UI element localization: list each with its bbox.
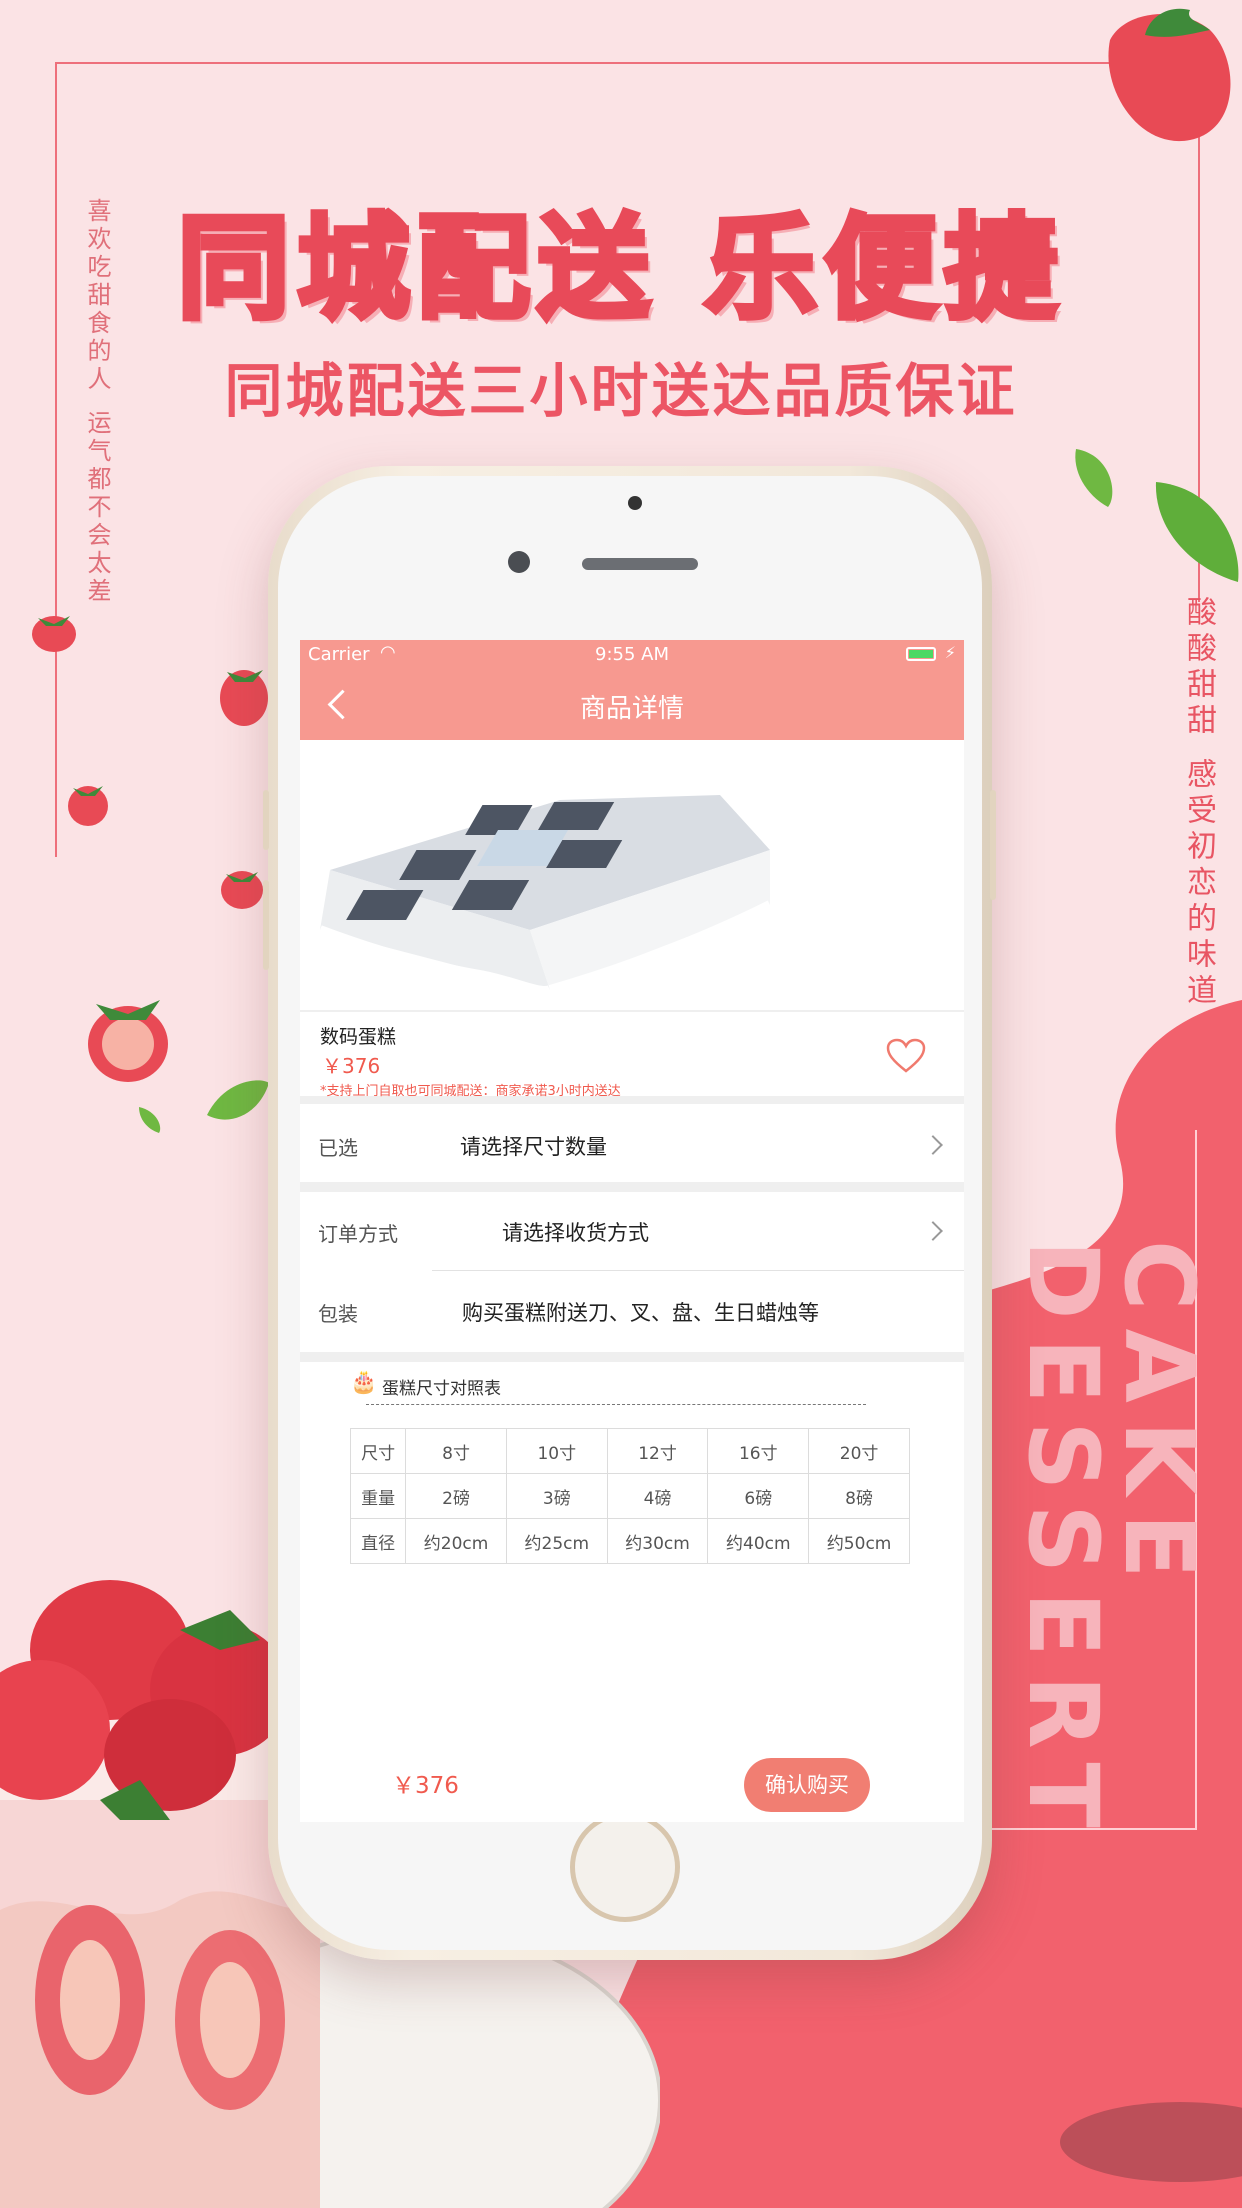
cake-icon: 🎂 <box>350 1370 378 1395</box>
size-chart-card: 🎂 蛋糕尺寸对照表 尺寸 8寸 10寸 12寸 16寸 20寸 重量 2磅 3磅… <box>300 1362 964 1822</box>
left-vertical-slogan-2: 运气都不会太差 <box>83 410 111 606</box>
product-name: 数码蛋糕 <box>320 1026 397 1048</box>
table-cell: 尺寸 <box>349 1428 407 1474</box>
cake-dessert-vertical-text: CAKE DESSERT <box>1007 1240 1215 1846</box>
package-value: 购买蛋糕附送刀、叉、盘、生日蜡烛等 <box>462 1301 819 1325</box>
right-vertical-slogan-1: 酸酸甜甜 <box>1181 596 1216 740</box>
nav-bar: 商品详情 <box>300 670 964 740</box>
table-cell: 8寸 <box>405 1428 507 1474</box>
table-cell: 约20cm <box>405 1518 507 1564</box>
right-vertical-slogan-2: 感受初恋的味道 <box>1181 758 1216 1010</box>
selected-label: 已选 <box>318 1136 358 1160</box>
photo-cake-image <box>318 795 773 996</box>
power-button <box>990 790 996 900</box>
poster-title: 同城配送 乐便捷 <box>175 201 1065 337</box>
selected-value: 请选择尺寸数量 <box>460 1135 607 1159</box>
table-cell: 4磅 <box>606 1473 709 1519</box>
table-cell: 直径 <box>349 1518 407 1564</box>
table-cell: 3磅 <box>505 1473 608 1519</box>
selected-spec-card[interactable]: 已选 请选择尺寸数量 <box>300 1104 964 1182</box>
table-cell: 12寸 <box>606 1428 709 1474</box>
table-cell: 约25cm <box>505 1518 608 1564</box>
order-method-value: 请选择收货方式 <box>502 1221 649 1245</box>
product-image[interactable] <box>300 740 964 1010</box>
strawberry-icon <box>1108 8 1231 142</box>
app-screen: Carrier ◠ 9:55 AM ⚡ 商品详情 数码蛋糕 ￥376 *支持上门… <box>300 640 964 1822</box>
leaf-icon <box>1155 482 1239 582</box>
table-cell: 约40cm <box>707 1518 810 1564</box>
table-cell: 2磅 <box>405 1473 507 1519</box>
order-package-card: 订单方式 请选择收货方式 包装 购买蛋糕附送刀、叉、盘、生日蜡烛等 <box>300 1192 964 1352</box>
title-dashed-line <box>366 1404 866 1405</box>
leaf-icon <box>139 1107 161 1133</box>
table-cell: 重量 <box>349 1473 407 1519</box>
heart-icon[interactable] <box>886 1038 926 1074</box>
chevron-right-icon <box>923 1221 943 1241</box>
table-cell: 约50cm <box>808 1518 910 1564</box>
strawberry-icon <box>220 670 268 726</box>
leaf-icon <box>207 1080 269 1120</box>
charging-icon: ⚡ <box>944 643 956 662</box>
package-label: 包装 <box>318 1302 358 1326</box>
earpiece-speaker <box>582 558 698 570</box>
strawberry-icon <box>68 786 108 826</box>
strawberry-icon <box>221 871 263 909</box>
row-divider <box>432 1270 964 1271</box>
footer-price: ￥376 <box>392 1773 459 1799</box>
chevron-right-icon <box>923 1135 943 1155</box>
size-row: 尺寸 8寸 10寸 12寸 16寸 20寸 <box>349 1428 910 1474</box>
weight-row: 重量 2磅 3磅 4磅 6磅 8磅 <box>349 1473 910 1519</box>
table-cell: 约30cm <box>606 1518 709 1564</box>
confirm-buy-button[interactable]: 确认购买 <box>744 1758 870 1812</box>
delivery-note: *支持上门自取也可同城配送：商家承诺3小时内送达 <box>320 1084 621 1099</box>
volume-down-button <box>263 880 269 970</box>
left-vertical-slogan-1: 喜欢吃甜食的人 <box>83 198 111 394</box>
volume-up-button <box>263 790 269 850</box>
strawberry-icon <box>32 616 76 652</box>
time-label: 9:55 AM <box>595 644 669 665</box>
sensor-camera <box>508 551 530 573</box>
table-cell: 8磅 <box>808 1473 910 1519</box>
leaf-icon <box>1075 449 1113 507</box>
product-info-card: 数码蛋糕 ￥376 *支持上门自取也可同城配送：商家承诺3小时内送达 <box>300 1012 964 1099</box>
package-row: 包装 购买蛋糕附送刀、叉、盘、生日蜡烛等 <box>300 1272 964 1352</box>
size-chart-table: 尺寸 8寸 10寸 12寸 16寸 20寸 重量 2磅 3磅 4磅 6磅 8磅 … <box>349 1428 910 1564</box>
product-price: ￥376 <box>322 1054 381 1078</box>
battery-icon <box>906 647 936 661</box>
diameter-row: 直径 约20cm 约25cm 约30cm 约40cm 约50cm <box>349 1518 910 1564</box>
size-chart-title: 蛋糕尺寸对照表 <box>382 1379 501 1399</box>
table-cell: 10寸 <box>505 1428 608 1474</box>
page-title: 商品详情 <box>579 694 684 724</box>
order-method-label: 订单方式 <box>318 1222 398 1246</box>
poster-subtitle: 同城配送三小时送达品质保证 <box>224 357 1018 425</box>
table-cell: 6磅 <box>707 1473 810 1519</box>
table-cell: 20寸 <box>808 1428 910 1474</box>
order-method-row[interactable]: 订单方式 请选择收货方式 <box>300 1192 964 1270</box>
table-cell: 16寸 <box>707 1428 810 1474</box>
home-button[interactable] <box>570 1812 680 1922</box>
front-camera <box>628 496 642 510</box>
strawberry-icon <box>88 1000 168 1082</box>
status-bar: Carrier ◠ 9:55 AM ⚡ <box>300 640 964 670</box>
